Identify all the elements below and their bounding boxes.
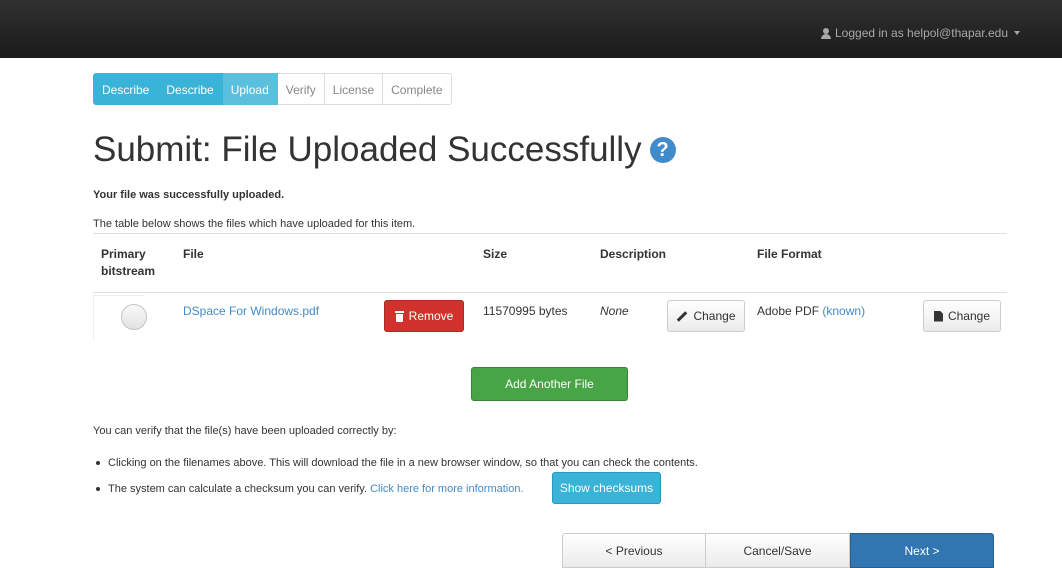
trash-icon xyxy=(394,310,404,322)
change-description-button[interactable]: Change xyxy=(667,300,745,332)
verify-intro: You can verify that the file(s) have bee… xyxy=(93,425,397,437)
change-format-button[interactable]: Change xyxy=(923,300,1001,332)
remove-button-label: Remove xyxy=(408,309,454,323)
top-navbar: Logged in as helpol@thapar.edu xyxy=(0,0,1062,58)
step-complete: Complete xyxy=(383,73,452,105)
step-describe-2[interactable]: Describe xyxy=(158,73,223,105)
step-upload[interactable]: Upload xyxy=(222,73,278,105)
page-title-text: Submit: File Uploaded Successfully xyxy=(93,130,642,169)
bullet-filenames-text: Clicking on the filenames above. This wi… xyxy=(108,457,698,469)
header-description: Description xyxy=(600,247,667,261)
user-menu[interactable]: Logged in as helpol@thapar.edu xyxy=(821,26,1020,40)
show-checksums-button[interactable]: Show checksums xyxy=(552,472,661,504)
file-table: Primary bitstream File Size Description … xyxy=(93,233,1007,340)
bullet-checksum-text: The system can calculate a checksum you … xyxy=(108,483,368,495)
page-title: Submit: File Uploaded Successfully ? xyxy=(93,130,676,170)
file-name-link[interactable]: DSpace For Windows.pdf xyxy=(183,304,319,318)
step-license: License xyxy=(324,73,384,105)
user-menu-label: Logged in as helpol@thapar.edu xyxy=(835,26,1008,40)
pencil-icon xyxy=(677,310,688,322)
table-intro: The table below shows the files which ha… xyxy=(93,218,416,230)
header-primary-bitstream: Primary bitstream xyxy=(101,247,156,278)
remove-button[interactable]: Remove xyxy=(384,300,464,332)
header-file: File xyxy=(183,247,204,261)
user-icon xyxy=(821,27,831,39)
add-another-file-button[interactable]: Add Another File xyxy=(471,367,628,401)
primary-bitstream-radio[interactable] xyxy=(121,304,147,330)
header-file-format: File Format xyxy=(757,247,822,261)
change-description-label: Change xyxy=(693,309,736,323)
file-format: Adobe PDF (known) xyxy=(757,304,865,318)
cancel-save-button[interactable]: Cancel/Save xyxy=(706,533,850,568)
file-size: 11570995 bytes xyxy=(483,304,568,318)
checksum-info-link[interactable]: Click here for more information. xyxy=(370,483,523,495)
success-message: Your file was successfully uploaded. xyxy=(93,189,285,201)
table-header-row: Primary bitstream File Size Description … xyxy=(93,233,1007,293)
header-size: Size xyxy=(483,247,508,261)
format-support-link[interactable]: (known) xyxy=(822,304,865,318)
change-format-label: Change xyxy=(947,309,991,323)
step-verify: Verify xyxy=(277,73,325,105)
submission-progress: Describe Describe Upload Verify License … xyxy=(93,73,452,105)
help-icon[interactable]: ? xyxy=(649,137,676,163)
file-description: None xyxy=(600,304,629,318)
chevron-down-icon xyxy=(1014,31,1020,35)
step-describe-1[interactable]: Describe xyxy=(93,73,159,105)
file-icon xyxy=(933,310,943,322)
next-button[interactable]: Next > xyxy=(850,533,994,568)
file-format-name: Adobe PDF xyxy=(757,304,820,318)
previous-button[interactable]: < Previous xyxy=(562,533,706,568)
